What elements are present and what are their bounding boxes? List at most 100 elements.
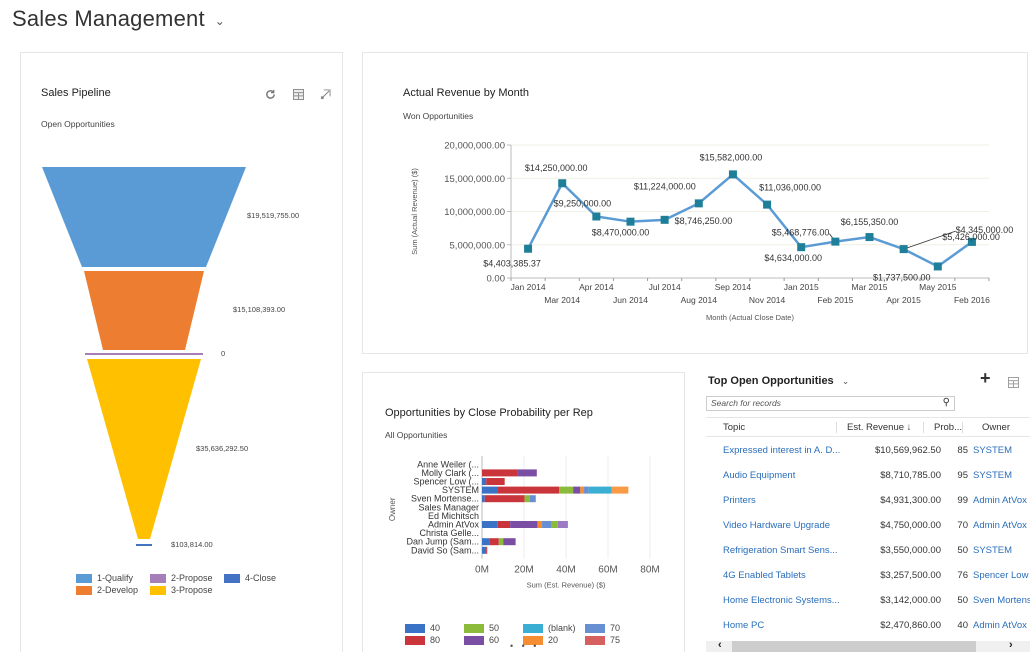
- bar-segment[interactable]: [482, 521, 498, 528]
- legend-more-button[interactable]: • • •: [510, 641, 539, 651]
- column-header-topic[interactable]: Topic: [723, 422, 745, 433]
- bar-segment[interactable]: [482, 487, 497, 494]
- table-row[interactable]: Video Hardware Upgrade$4,750,000.0070Adm…: [706, 512, 1030, 537]
- table-row[interactable]: Audio Equipment$8,710,785.0095SYSTEM: [706, 462, 1030, 487]
- data-point[interactable]: [558, 179, 566, 187]
- funnel-segment-3-propose[interactable]: [87, 359, 201, 539]
- scrollbar-thumb[interactable]: [732, 641, 976, 652]
- column-header-probability[interactable]: Prob...: [934, 422, 962, 433]
- owner-link[interactable]: SYSTEM: [973, 545, 1030, 556]
- column-divider[interactable]: [962, 422, 963, 433]
- column-divider[interactable]: [923, 422, 924, 433]
- bar-segment[interactable]: [530, 495, 536, 502]
- bar-segment[interactable]: [510, 521, 537, 528]
- search-input[interactable]: Search for records ⚲: [706, 396, 955, 411]
- scroll-right-icon[interactable]: ›: [1009, 639, 1013, 651]
- table-row[interactable]: Printers$4,931,300.0099Admin AtVox: [706, 487, 1030, 512]
- topic-link[interactable]: Expressed interest in A. D...: [723, 445, 861, 456]
- data-point[interactable]: [797, 243, 805, 251]
- bar-segment[interactable]: [558, 521, 568, 528]
- legend-item[interactable]: 2-Develop: [76, 585, 150, 595]
- bar-segment[interactable]: [559, 487, 573, 494]
- data-point[interactable]: [695, 199, 703, 207]
- horizontal-scrollbar[interactable]: ‹ ›: [706, 641, 1030, 652]
- legend-item[interactable]: 4-Close: [224, 573, 294, 583]
- data-point[interactable]: [763, 201, 771, 209]
- column-header-est-revenue[interactable]: Est. Revenue ↓: [847, 422, 911, 433]
- column-header-owner[interactable]: Owner: [982, 422, 1010, 433]
- bar-segment[interactable]: [497, 487, 559, 494]
- legend-item[interactable]: 70: [585, 623, 635, 633]
- data-point[interactable]: [934, 262, 942, 270]
- bar-segment[interactable]: [482, 469, 518, 476]
- bar-segment[interactable]: [482, 478, 486, 485]
- data-point[interactable]: [831, 238, 839, 246]
- search-icon[interactable]: ⚲: [943, 397, 950, 408]
- bar-segment[interactable]: [485, 495, 525, 502]
- view-records-icon[interactable]: [1008, 375, 1019, 393]
- topic-link[interactable]: Printers: [723, 495, 861, 506]
- bar-segment[interactable]: [482, 538, 489, 545]
- bar-segment[interactable]: [542, 521, 552, 528]
- data-point[interactable]: [729, 170, 737, 178]
- bar-segment[interactable]: [573, 487, 580, 494]
- bar-segment[interactable]: [486, 478, 504, 485]
- legend-item[interactable]: 2-Propose: [150, 573, 224, 583]
- table-row[interactable]: Expressed interest in A. D...$10,569,962…: [706, 437, 1030, 462]
- bar-segment[interactable]: [486, 547, 487, 554]
- topic-link[interactable]: Refrigeration Smart Sens...: [723, 545, 861, 556]
- bar-segment[interactable]: [489, 538, 498, 545]
- bar-segment[interactable]: [482, 547, 486, 554]
- bar-segment[interactable]: [537, 521, 542, 528]
- view-selector[interactable]: Top Open Opportunities ⌄: [708, 375, 849, 387]
- bar-segment[interactable]: [518, 469, 537, 476]
- legend-item[interactable]: 80: [405, 635, 464, 645]
- topic-link[interactable]: Video Hardware Upgrade: [723, 520, 861, 531]
- funnel-segment-4-close[interactable]: [136, 544, 152, 546]
- data-point[interactable]: [900, 245, 908, 253]
- funnel-segment-2-develop[interactable]: [84, 271, 204, 350]
- table-row[interactable]: 4G Enabled Tablets$3,257,500.0076Spencer…: [706, 562, 1030, 587]
- data-point[interactable]: [627, 218, 635, 226]
- owner-link[interactable]: Spencer Low: [973, 570, 1030, 581]
- table-row[interactable]: Refrigeration Smart Sens...$3,550,000.00…: [706, 537, 1030, 562]
- topic-link[interactable]: Home PC: [723, 620, 861, 631]
- data-point[interactable]: [592, 212, 600, 220]
- topic-link[interactable]: 4G Enabled Tablets: [723, 570, 861, 581]
- bar-segment[interactable]: [580, 487, 584, 494]
- column-divider[interactable]: [836, 422, 837, 433]
- owner-link[interactable]: SYSTEM: [973, 470, 1030, 481]
- legend-item[interactable]: 75: [585, 635, 635, 645]
- data-point[interactable]: [866, 233, 874, 241]
- bar-segment[interactable]: [498, 521, 510, 528]
- data-point[interactable]: [524, 245, 532, 253]
- owner-link[interactable]: Admin AtVox: [973, 495, 1030, 506]
- owner-link[interactable]: SYSTEM: [973, 445, 1030, 456]
- topic-link[interactable]: Audio Equipment: [723, 470, 861, 481]
- bar-segment[interactable]: [552, 521, 558, 528]
- owner-link[interactable]: Admin AtVox: [973, 520, 1030, 531]
- dashboard-selector[interactable]: Sales Management ⌄: [12, 6, 225, 32]
- legend-item[interactable]: 3-Propose: [150, 585, 224, 595]
- scroll-left-icon[interactable]: ‹: [718, 639, 722, 651]
- funnel-segment-2-propose[interactable]: [85, 353, 203, 355]
- owner-link[interactable]: Sven Mortensen: [973, 595, 1030, 606]
- legend-item[interactable]: 50: [464, 623, 523, 633]
- table-row[interactable]: Home PC$2,470,860.0040Admin AtVox: [706, 612, 1030, 637]
- topic-link[interactable]: Home Electronic Systems...: [723, 595, 861, 606]
- bar-segment[interactable]: [499, 538, 503, 545]
- owner-link[interactable]: Admin AtVox: [973, 620, 1030, 631]
- bar-segment[interactable]: [584, 487, 589, 494]
- bar-segment[interactable]: [589, 487, 612, 494]
- bar-segment[interactable]: [525, 495, 530, 502]
- bar-segment[interactable]: [503, 538, 515, 545]
- legend-item[interactable]: 40: [405, 623, 464, 633]
- bar-segment[interactable]: [482, 495, 485, 502]
- legend-item[interactable]: 1-Qualify: [76, 573, 150, 583]
- add-record-icon[interactable]: +: [980, 368, 991, 389]
- data-point[interactable]: [661, 216, 669, 224]
- table-row[interactable]: Home Electronic Systems...$3,142,000.005…: [706, 587, 1030, 612]
- bar-segment[interactable]: [612, 487, 629, 494]
- funnel-segment-1-qualify[interactable]: [42, 167, 246, 267]
- legend-item[interactable]: (blank): [523, 623, 585, 633]
